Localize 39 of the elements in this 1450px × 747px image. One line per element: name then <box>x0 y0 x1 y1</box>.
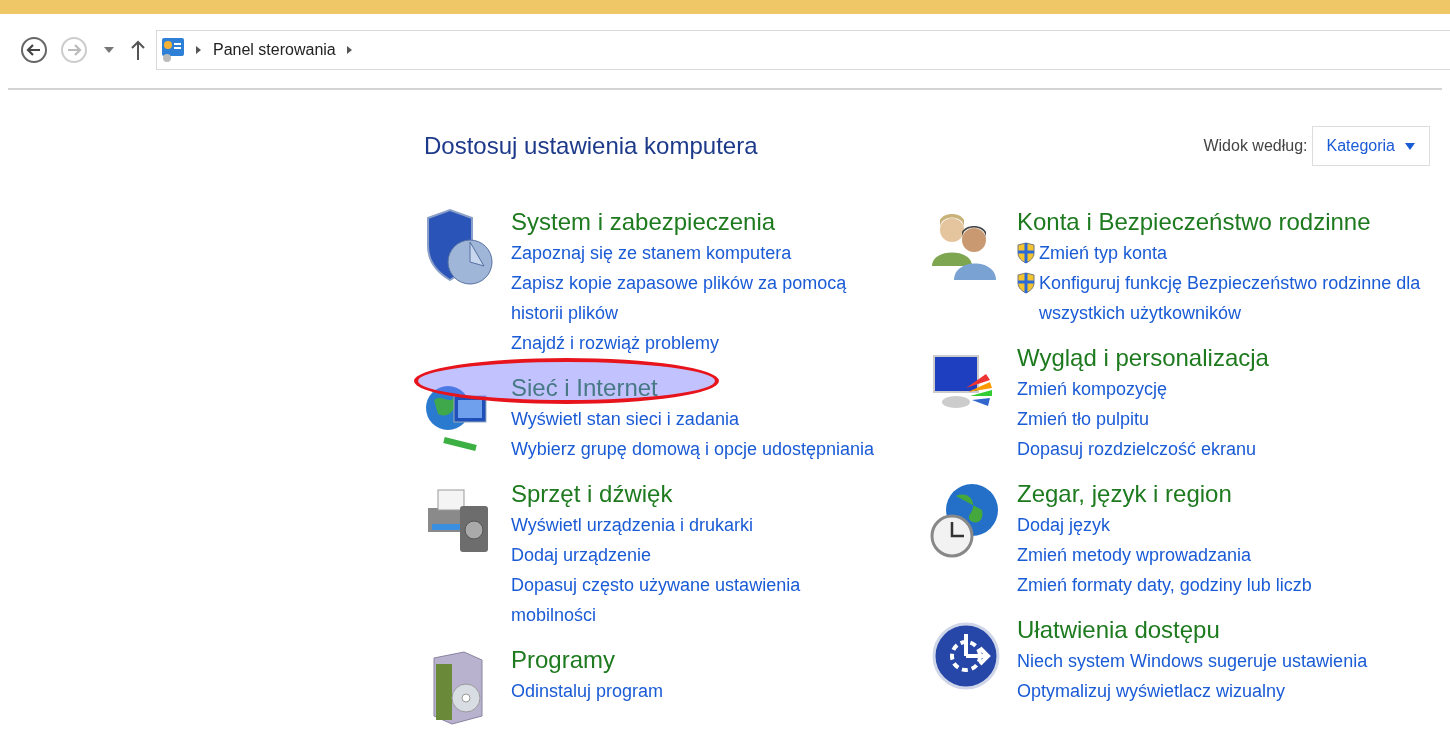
caret-icon <box>1405 142 1415 150</box>
task-link[interactable]: Wybierz grupę domową i opcje udostępniania <box>511 434 875 464</box>
control-panel-icon <box>161 37 185 63</box>
view-by-label: Widok według: <box>1203 136 1308 156</box>
shield-with-pie-chart-icon <box>424 208 496 288</box>
task-link[interactable]: Dopasuj często używane ustawienia mobilności <box>511 570 890 630</box>
chevron-icon <box>195 45 203 55</box>
dropdown-caret-icon[interactable] <box>104 46 114 54</box>
task-link[interactable]: Zmień formaty daty, godziny lub liczb <box>1017 570 1312 600</box>
task-link[interactable]: Zmień metody wprowadzania <box>1017 540 1252 570</box>
task-link[interactable]: Dopasuj rozdzielczość ekranu <box>1017 434 1257 464</box>
task-link[interactable]: Optymalizuj wyświetlacz wizualny <box>1017 676 1286 706</box>
category-title-link[interactable]: System i zabezpieczenia <box>511 206 890 238</box>
category-title-link[interactable]: Zegar, język i region <box>1017 478 1312 510</box>
breadcrumb-item[interactable]: Panel sterowania <box>213 38 336 62</box>
address-bar[interactable]: Panel sterowania <box>156 30 1450 70</box>
chevron-icon <box>345 45 354 55</box>
task-link[interactable]: Konfiguruj funkcję Bezpieczeństwo rodzinne dla wszystkich użytkowników <box>1039 268 1430 328</box>
task-link[interactable]: Odinstaluj program <box>511 676 664 706</box>
task-link[interactable]: Zmień tło pulpitu <box>1017 404 1150 434</box>
task-link[interactable]: Zapoznaj się ze stanem komputera <box>511 238 792 268</box>
task-link[interactable]: Dodaj język <box>1017 510 1111 540</box>
up-arrow-icon[interactable] <box>130 39 146 61</box>
task-link[interactable]: Wyświetl urządzenia i drukarki <box>511 510 753 540</box>
task-link[interactable]: Dodaj urządzenie <box>511 540 652 570</box>
task-link[interactable]: Niech system Windows sugeruje ustawienia <box>1017 646 1368 676</box>
task-link[interactable]: Zmień typ konta <box>1039 238 1168 268</box>
task-link[interactable]: Znajdź i rozwiąż problemy <box>511 328 720 358</box>
task-link[interactable]: Zapisz kopie zapasowe plików za pomocą historii plików <box>511 268 890 328</box>
category-title-link[interactable]: Wygląd i personalizacja <box>1017 342 1269 374</box>
category-title-link[interactable]: Konta i Bezpieczeństwo rodzinne <box>1017 206 1430 238</box>
task-link[interactable]: Zmień kompozycję <box>1017 374 1168 404</box>
task-link[interactable]: Wyświetl stan sieci i zadania <box>511 404 739 434</box>
category-title-link[interactable]: Ułatwienia dostępu <box>1017 614 1368 646</box>
category-title-link[interactable]: Sprzęt i dźwięk <box>511 478 890 510</box>
category-title-link[interactable]: Programy <box>511 644 664 676</box>
view-by-dropdown[interactable]: Kategoria <box>1311 126 1430 166</box>
back-button-icon[interactable] <box>20 36 48 64</box>
page-heading: Dostosuj ustawienia komputera <box>424 131 758 161</box>
